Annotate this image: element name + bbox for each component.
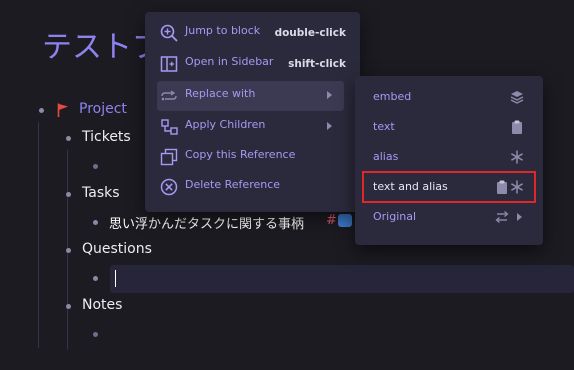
submenu-item-text[interactable]: text [363,112,535,142]
block-ref-context-menu: Jump to block double-click Open in Sideb… [145,12,360,212]
red-flag-icon [57,103,68,117]
menu-item-copy-reference[interactable]: Copy this Reference [145,142,360,172]
block-tasks[interactable]: Tasks [82,185,120,201]
copy-icon [160,148,178,166]
submenu-item-label: embed [373,90,412,103]
tag-hash[interactable]: # [326,213,337,228]
bullet-notes[interactable] [66,304,71,309]
submenu-item-original[interactable]: Original [363,202,535,232]
block-notes[interactable]: Notes [82,297,122,313]
bullet-tickets[interactable] [66,136,71,141]
menu-item-label: Apply Children [185,118,266,131]
block-tickets[interactable]: Tickets [82,129,131,145]
submenu-item-embed[interactable]: embed [363,82,535,112]
editing-block-input[interactable] [110,265,574,293]
bullet-task-item[interactable] [93,220,98,225]
menu-item-label: Open in Sidebar [185,55,274,68]
block-project[interactable]: Project [79,101,127,117]
submenu-item-alias[interactable]: alias [363,142,535,172]
replace-with-submenu: embed text alias text and alias Original [355,76,543,245]
zoom-in-icon [160,24,178,42]
submenu-item-label: Original [373,210,417,223]
sidebar-icon [160,56,178,72]
menu-item-label: Delete Reference [185,178,281,191]
apply-children-icon [161,119,178,135]
menu-item-replace-with[interactable]: Replace with [157,81,344,111]
submenu-item-label: alias [373,150,399,163]
chevron-right-icon [327,91,332,99]
bullet-empty[interactable] [93,164,98,169]
shortcut-hint: double-click [274,27,346,39]
menu-item-open-in-sidebar[interactable]: Open in Sidebar shift-click [145,49,360,79]
submenu-item-text-and-alias[interactable]: text and alias [362,171,536,203]
clipboard-icon [512,120,522,134]
text-caret [115,270,116,287]
block-task-item[interactable]: 思い浮かんだタスクに関する事柄 [109,213,304,232]
menu-item-delete-reference[interactable]: Delete Reference [145,172,360,202]
thumbs-up-icon [338,214,352,227]
chevron-right-icon [327,122,332,130]
outline-guide [38,122,39,348]
bullet-tasks[interactable] [66,192,71,197]
bullet-project[interactable] [39,108,44,113]
menu-item-jump-to-block[interactable]: Jump to block double-click [145,18,360,48]
swap-arrows-icon [495,211,522,223]
shortcut-hint: shift-click [288,58,346,70]
bullet-empty[interactable] [93,332,98,337]
delete-circle-icon [160,178,178,196]
asterisk-icon [511,150,523,164]
block-questions[interactable]: Questions [82,241,152,257]
menu-item-label: Copy this Reference [185,148,296,161]
menu-item-label: Jump to block [185,24,261,37]
clipboard-asterisk-icon [497,180,523,194]
submenu-item-label: text [373,120,395,133]
submenu-item-label: text and alias [373,180,448,193]
bullet-editing[interactable] [93,276,98,281]
replace-icon [161,90,177,101]
layers-icon [510,91,524,104]
menu-item-label: Replace with [185,87,256,100]
page-title: テストプ [42,30,162,65]
bullet-questions[interactable] [66,248,71,253]
menu-item-apply-children[interactable]: Apply Children [145,112,360,142]
